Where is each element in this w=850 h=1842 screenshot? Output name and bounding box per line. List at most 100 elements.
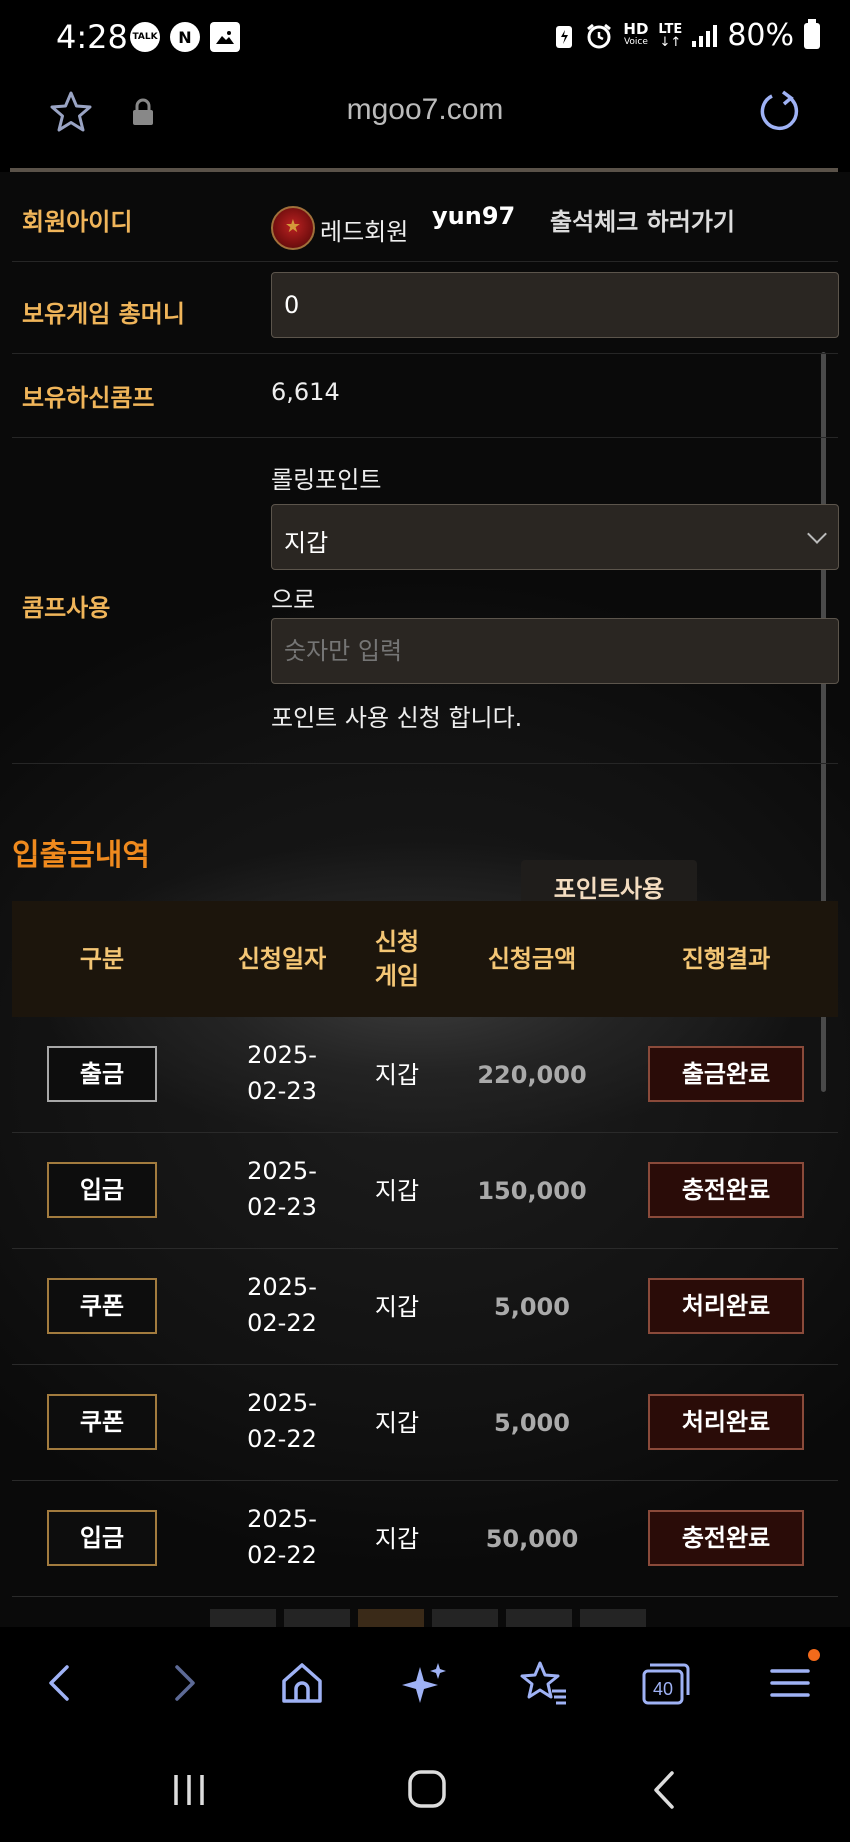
- attendance-link[interactable]: 출석체크 하러가기: [550, 202, 735, 237]
- type-badge: 입금: [47, 1510, 157, 1566]
- member-id-label: 회원아이디: [22, 208, 133, 236]
- member-grade-badge-icon: [271, 206, 315, 250]
- lte-icon: LTE ↓↑: [658, 23, 682, 49]
- member-grade: 레드회원: [320, 218, 409, 246]
- col-date: 신청일자: [237, 945, 327, 973]
- row-date-year: 2025-: [247, 1041, 317, 1069]
- url-text[interactable]: mgoo7.com: [0, 93, 850, 127]
- home-nav-icon[interactable]: [402, 1767, 452, 1813]
- row-game: 지갑: [374, 1409, 420, 1437]
- comp-use-row: 콤프사용 롤링포인트 지갑 으로 포인트 사용 신청 합니다.: [12, 438, 839, 764]
- status-badge: 충전완료: [648, 1162, 804, 1218]
- row-date: 2025- 02-22: [212, 1501, 352, 1573]
- table-row: 출금 2025- 02-23 지갑 220,000 출금완료: [12, 1017, 838, 1133]
- row-game: 지갑: [374, 1525, 420, 1553]
- page-button[interactable]: [432, 1609, 498, 1627]
- row-date-year: 2025-: [247, 1389, 317, 1417]
- col-game: 신청 게임: [374, 928, 420, 990]
- to-label: 으로: [271, 586, 316, 614]
- lte-arrows: ↓↑: [659, 34, 682, 50]
- tab-count: 40: [653, 1679, 673, 1699]
- battery-icon: [804, 18, 820, 49]
- page-button[interactable]: [506, 1609, 572, 1627]
- system-nav-bar: [0, 1739, 850, 1842]
- table-row: 쿠폰 2025- 02-22 지갑 5,000 처리완료: [12, 1249, 838, 1365]
- voice-label: Voice: [623, 36, 648, 47]
- page-button[interactable]: [284, 1609, 350, 1627]
- back-icon[interactable]: [34, 1657, 86, 1709]
- history-title: 입출금내역: [12, 838, 150, 873]
- wallet-select[interactable]: 지갑: [271, 504, 839, 570]
- battery-percent: 80%: [727, 18, 794, 53]
- point-request-text: 포인트 사용 신청 합니다.: [271, 704, 523, 732]
- row-amount: 5,000: [494, 1293, 570, 1321]
- page-content: 회원아이디 레드회원 yun97 출석체크 하러가기 보유게임 총머니 0 보유…: [0, 172, 850, 1627]
- type-badge: 쿠폰: [47, 1394, 157, 1450]
- ai-sparkle-icon[interactable]: [398, 1657, 450, 1709]
- reload-icon[interactable]: [756, 89, 802, 135]
- comp-label: 보유하신콤프: [22, 384, 155, 412]
- battery-saver-icon: [556, 25, 573, 48]
- comp-row: 보유하신콤프 6,614: [12, 354, 838, 438]
- home-icon[interactable]: [276, 1657, 328, 1709]
- browser-toolbar: 40: [0, 1627, 850, 1739]
- status-badge: 처리완료: [648, 1278, 804, 1334]
- forward-icon[interactable]: [158, 1657, 210, 1709]
- row-date-day: 02-23: [247, 1193, 317, 1221]
- bookmarks-icon[interactable]: [518, 1657, 570, 1709]
- table-row: 입금 2025- 02-22 지갑 50,000 충전완료: [12, 1481, 838, 1597]
- comp-use-label: 콤프사용: [22, 594, 111, 622]
- row-date-day: 02-22: [247, 1541, 317, 1569]
- col-type: 구분: [79, 945, 125, 973]
- page-button[interactable]: [580, 1609, 646, 1627]
- system-status-icons: HD Voice LTE ↓↑ 80%: [553, 18, 820, 53]
- row-date-year: 2025-: [247, 1273, 317, 1301]
- table-row: 쿠폰 2025- 02-22 지갑 5,000 처리완료: [12, 1365, 838, 1481]
- comp-value: 6,614: [271, 378, 340, 406]
- type-badge: 출금: [47, 1046, 157, 1102]
- status-badge: 처리완료: [648, 1394, 804, 1450]
- col-amount: 신청금액: [487, 945, 577, 973]
- row-date-year: 2025-: [247, 1157, 317, 1185]
- page-button-active[interactable]: [358, 1609, 424, 1627]
- row-amount: 150,000: [477, 1177, 587, 1205]
- hd-label: HD: [623, 19, 649, 38]
- row-date: 2025- 02-22: [212, 1385, 352, 1457]
- row-date: 2025- 02-22: [212, 1269, 352, 1341]
- status-bar: 4:28 TALK N HD Voice LTE ↓↑ 80%: [0, 0, 850, 75]
- gallery-icon: [210, 22, 240, 52]
- type-badge: 입금: [47, 1162, 157, 1218]
- row-amount: 220,000: [477, 1061, 587, 1089]
- talk-icon: TALK: [130, 22, 160, 52]
- row-amount: 50,000: [485, 1525, 579, 1553]
- back-nav-icon[interactable]: [640, 1767, 690, 1813]
- hd-voice-icon: HD Voice: [623, 19, 649, 49]
- tabs-icon[interactable]: 40: [640, 1657, 692, 1709]
- game-money-row: 보유게임 총머니 0: [12, 262, 839, 354]
- rolling-point-label: 롤링포인트: [271, 466, 382, 494]
- point-amount-input[interactable]: [271, 618, 839, 684]
- signal-icon: [692, 24, 718, 47]
- alarm-icon: [587, 23, 612, 48]
- member-id-row: 회원아이디 레드회원 yun97 출석체크 하러가기: [12, 172, 838, 262]
- notification-dot: [808, 1649, 820, 1661]
- game-money-label: 보유게임 총머니: [22, 300, 185, 328]
- game-money-field[interactable]: 0: [271, 272, 839, 338]
- pagination: [210, 1609, 646, 1627]
- browser-url-bar: mgoo7.com: [0, 75, 850, 162]
- status-time: 4:28: [56, 18, 128, 56]
- type-badge: 쿠폰: [47, 1278, 157, 1334]
- status-badge: 출금완료: [648, 1046, 804, 1102]
- lte-label: LTE: [658, 21, 683, 37]
- status-badge: 충전완료: [648, 1510, 804, 1566]
- row-date-day: 02-22: [247, 1309, 317, 1337]
- page-button[interactable]: [210, 1609, 276, 1627]
- wallet-select-value: 지갑: [284, 529, 329, 557]
- row-game: 지갑: [374, 1177, 420, 1205]
- recent-apps-icon[interactable]: [164, 1767, 214, 1813]
- history-table-header: 구분 신청일자 신청 게임 신청금액 진행결과: [12, 901, 838, 1017]
- col-status: 진행결과: [681, 945, 771, 973]
- row-date: 2025- 02-23: [212, 1153, 352, 1225]
- menu-icon[interactable]: [764, 1657, 816, 1709]
- notification-icons: TALK N: [130, 22, 240, 52]
